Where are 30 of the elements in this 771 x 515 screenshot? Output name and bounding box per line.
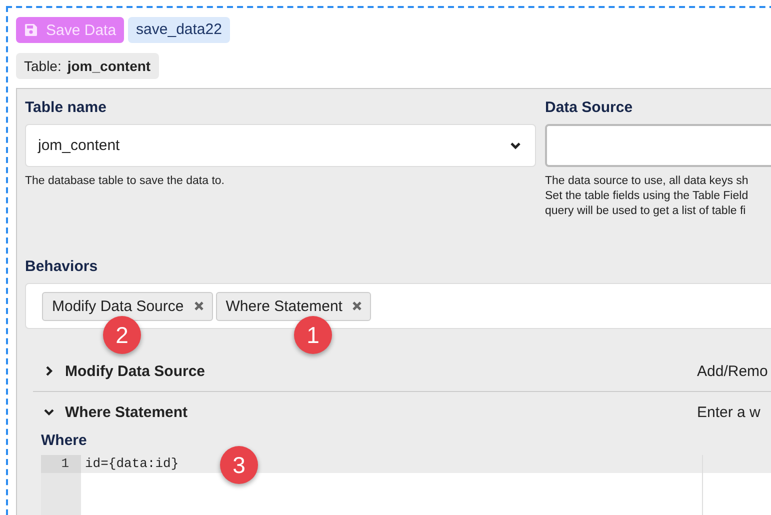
accordion-header[interactable]: Where Statement Enter a w [33,392,771,432]
chevron-down-icon[interactable] [43,406,55,418]
help-text: query will be used to get a list of table fi [545,204,747,219]
section-title: Where Statement [65,404,189,420]
close-icon[interactable] [194,301,204,311]
annotation-marker: 2 [103,316,141,354]
chevron-right-icon[interactable] [43,365,55,377]
section-description: Enter a w [697,404,762,420]
help-text: Set the table fields using the Table Field [545,189,750,204]
table-value: jom_content [67,58,151,74]
annotation-marker: 1 [294,316,332,354]
field-label: Data Source [545,99,634,116]
table-select[interactable]: jom_content [25,124,536,167]
field-label: Table name [25,99,108,116]
field-label: Behaviors [25,258,99,275]
section-title: Modify Data Source [65,362,206,380]
help-text: The data source to use, all data keys sh [545,174,750,189]
chevron-down-icon [510,142,521,150]
code-line: id={data:id} [85,455,179,473]
behavior-tag[interactable]: Modify Data Source [42,292,213,320]
field-label: Where [41,432,88,449]
name-badge: save_data22 [128,17,230,43]
annotation-marker: 3 [220,446,258,484]
line-number: 1 [41,455,81,473]
table-label: Table: [24,58,62,74]
help-text: The database table to save the data to. [25,174,226,189]
accordion-header[interactable]: Modify Data Source Add/Remo [33,351,771,391]
section-description: Add/Remo [697,362,769,380]
close-icon[interactable] [352,301,362,311]
behavior-tag[interactable]: Where Statement [216,292,372,320]
